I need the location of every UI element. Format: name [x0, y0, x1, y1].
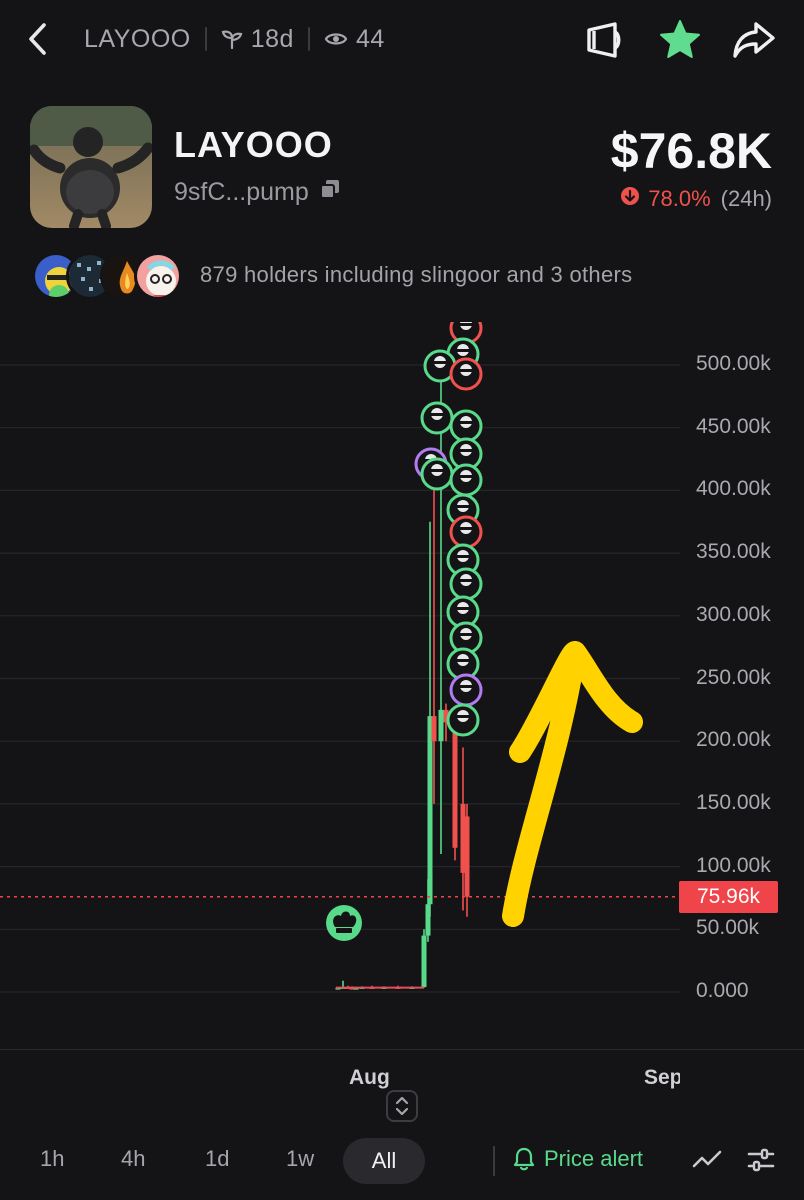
- price-chart[interactable]: [0, 322, 804, 1050]
- holder-avatars[interactable]: [32, 250, 182, 302]
- x-label-sep: Sep: [644, 1066, 680, 1089]
- yellow-arrow-annotation: [502, 641, 643, 927]
- zoom-stepper[interactable]: [386, 1090, 418, 1122]
- timeframe-1w[interactable]: 1w: [286, 1146, 314, 1172]
- megaphone-icon[interactable]: [582, 18, 626, 62]
- share-icon[interactable]: [732, 18, 776, 62]
- star-icon[interactable]: [658, 18, 702, 62]
- timeframe-1d[interactable]: 1d: [205, 1146, 229, 1172]
- timeframe-all[interactable]: All: [343, 1138, 425, 1184]
- bell-icon: [513, 1147, 535, 1171]
- x-label-sep-clip: Sep: [644, 1066, 680, 1094]
- token-avatar: [30, 106, 152, 228]
- y-tick-label: 50.00k: [696, 916, 760, 940]
- trade-marker-avatar: [449, 357, 483, 391]
- eye-icon: [324, 30, 348, 48]
- copy-icon[interactable]: [319, 178, 341, 207]
- back-icon[interactable]: [22, 20, 54, 58]
- candle-body: [431, 716, 437, 742]
- holders-summary[interactable]: 879 holders including slingoor and 3 oth…: [200, 262, 632, 288]
- y-tick-label: 400.00k: [696, 477, 771, 501]
- y-tick-label: 500.00k: [696, 352, 771, 375]
- trade-marker-avatar: [449, 409, 483, 443]
- settings-sliders-icon[interactable]: [746, 1146, 776, 1179]
- token-name: LAYOOO: [174, 124, 333, 165]
- price-change: 78.0% (24h): [620, 186, 772, 212]
- y-tick-label: 150.00k: [696, 790, 771, 814]
- avatar: [134, 252, 182, 300]
- change-percent: 78.0%: [648, 186, 711, 211]
- trade-marker-avatar: [446, 703, 480, 737]
- candles: [335, 365, 470, 990]
- sprout-icon: [221, 28, 243, 50]
- view-count: 44: [355, 24, 385, 53]
- price-alert-label: Price alert: [544, 1146, 644, 1171]
- breadcrumb: LAYOOO 18d 44: [84, 22, 385, 56]
- y-tick-label: 0.000: [696, 979, 749, 1002]
- candle-body: [452, 722, 458, 848]
- token-age: 18d: [250, 24, 294, 53]
- candle-body: [464, 816, 470, 897]
- divider: [204, 27, 207, 51]
- chef-hat-icon: [326, 905, 362, 941]
- y-tick-label: 200.00k: [696, 728, 771, 752]
- timeframe-4h[interactable]: 4h: [121, 1146, 145, 1172]
- current-price-tag: 75.96k: [679, 881, 778, 913]
- trade-marker-avatar: [420, 457, 454, 491]
- y-tick-label: 450.00k: [696, 414, 771, 438]
- y-tick-label: 350.00k: [696, 540, 771, 564]
- price-alert-button[interactable]: Price alert: [512, 1146, 643, 1172]
- candle-body: [427, 716, 433, 905]
- trade-marker-avatar: [420, 401, 454, 435]
- trade-marker-avatar: [449, 463, 483, 497]
- trade-marker-avatar: [449, 567, 483, 601]
- top-bar: LAYOOO 18d 44: [0, 0, 804, 80]
- y-tick-label: 250.00k: [696, 665, 771, 689]
- down-arrow-icon: [620, 186, 640, 212]
- change-period: (24h): [720, 186, 772, 211]
- divider: [493, 1146, 495, 1176]
- trade-markers: [414, 322, 483, 737]
- token-symbol: LAYOOO: [84, 24, 191, 53]
- candle-body: [438, 709, 444, 742]
- y-tick-label: 300.00k: [696, 602, 771, 626]
- address-text: 9sfC...pump: [174, 178, 309, 206]
- candle-body: [421, 935, 427, 987]
- trade-marker-avatar: [449, 673, 483, 707]
- trade-marker-avatar: [449, 515, 483, 549]
- y-tick-label: 100.00k: [696, 853, 771, 877]
- line-chart-icon[interactable]: [692, 1146, 722, 1179]
- divider: [307, 27, 310, 51]
- timeframe-1h[interactable]: 1h: [40, 1146, 64, 1172]
- x-label-aug: Aug: [349, 1066, 390, 1089]
- token-address[interactable]: 9sfC...pump: [174, 178, 341, 207]
- market-cap: $76.8K: [610, 123, 772, 179]
